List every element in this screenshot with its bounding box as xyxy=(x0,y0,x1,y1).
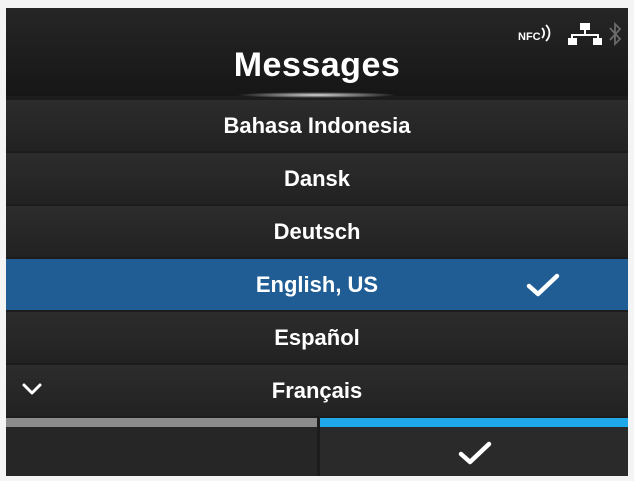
checkmark-icon xyxy=(526,273,560,297)
printer-display: Messages NFC Bahasa Indonesia Dansk Deut… xyxy=(6,8,628,476)
language-item-bahasa-indonesia[interactable]: Bahasa Indonesia xyxy=(6,100,628,151)
cancel-softkey[interactable] xyxy=(6,418,317,476)
language-label: Deutsch xyxy=(273,219,361,244)
chevron-down-icon[interactable] xyxy=(22,382,42,396)
language-label: Español xyxy=(274,325,360,350)
bluetooth-icon xyxy=(609,21,622,47)
language-item-espanol[interactable]: Español xyxy=(6,312,628,363)
network-icon xyxy=(568,23,602,45)
header-bar: Messages NFC xyxy=(6,8,628,98)
page-title: Messages xyxy=(233,46,401,84)
checkmark-icon xyxy=(458,441,492,465)
language-label: Français xyxy=(271,378,363,403)
language-label: Bahasa Indonesia xyxy=(223,113,411,138)
language-list: Bahasa Indonesia Dansk Deutsch English, … xyxy=(6,100,628,418)
language-label: English, US xyxy=(255,272,379,297)
title-underline-glow xyxy=(236,92,398,98)
soft-key-bar xyxy=(6,418,628,476)
language-item-dansk[interactable]: Dansk xyxy=(6,153,628,204)
confirm-softkey[interactable] xyxy=(320,418,628,476)
language-item-english-us[interactable]: English, US xyxy=(6,259,628,310)
nfc-icon: NFC xyxy=(518,24,551,43)
nfc-label: NFC xyxy=(518,31,541,43)
language-item-deutsch[interactable]: Deutsch xyxy=(6,206,628,257)
language-item-francais[interactable]: Français xyxy=(6,365,628,416)
language-label: Dansk xyxy=(283,166,351,191)
